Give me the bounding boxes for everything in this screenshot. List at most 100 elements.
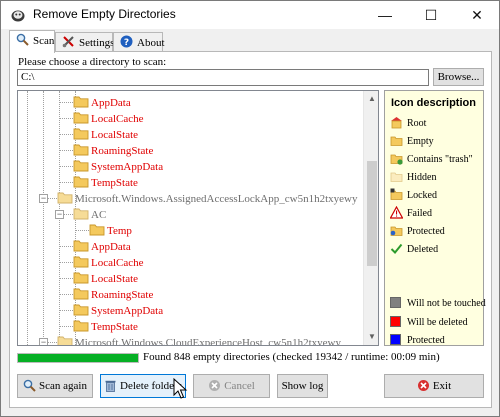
tree-vertical-scrollbar[interactable]: ▲ ▼ [363,91,378,345]
tree-node-label: TempState [91,177,138,189]
scan-status-text: Found 848 empty directories (checked 193… [143,351,440,363]
tree-connector-line [59,118,73,119]
tree-collapse-toggle[interactable]: − [55,210,64,219]
legend-color-label: Will not be touched [407,298,486,309]
tree-node-label: Microsoft.Windows.CloudExperienceHost_cw… [75,337,341,345]
tree-node[interactable]: LocalState [73,127,138,143]
icon-legend: Icon description Root Empty Contains "tr… [384,90,486,346]
legend-item-trash: Contains "trash" [390,152,473,166]
tree-node-label: RoamingState [91,289,154,301]
exit-icon [417,380,429,391]
tree-content: AppData LocalCache LocalState RoamingState S… [18,91,363,345]
tree-node-label: LocalCache [91,113,144,125]
locked-folder-icon [390,188,403,200]
app-window: Remove Empty Directories — ☐ ✕ Scan Sett… [0,0,500,417]
folder-icon [73,96,89,108]
tree-node-label: TempState [91,321,138,333]
folder-icon [73,320,89,332]
scroll-down-arrow-icon[interactable]: ▼ [364,329,378,345]
folder-icon [73,272,89,284]
scan-again-button[interactable]: Scan again [17,374,93,398]
progress-fill [18,354,138,362]
window-title: Remove Empty Directories [33,7,176,21]
tree-node[interactable]: SystemAppData [73,159,163,175]
scrollbar-thumb[interactable] [367,161,377,266]
show-log-button[interactable]: Show log [277,374,328,398]
tree-node-label: LocalCache [91,257,144,269]
tree-node[interactable]: Microsoft.Windows.AssignedAccessLockApp_… [57,191,357,207]
tree-node[interactable]: TempState [73,319,138,335]
folder-icon [73,256,89,268]
tree-connector-line [59,310,73,311]
tab-settings[interactable]: Settings [55,32,114,52]
tree-node-label: Temp [107,225,132,237]
help-icon: ? [120,35,133,48]
tree-node[interactable]: AppData [73,95,131,111]
legend-label: Hidden [407,172,437,183]
legend-color-label: Protected [407,335,445,346]
scan-progress-bar [17,353,139,363]
legend-item-hidden: Hidden [390,170,436,184]
folder-icon [73,304,89,316]
title-bar[interactable]: Remove Empty Directories — ☐ ✕ [1,1,499,29]
tree-node-label: AppData [91,241,131,253]
tree-node[interactable]: TempState [73,175,138,191]
folder-icon [73,208,89,220]
browse-button[interactable]: Browse... [433,68,484,86]
magnifier-icon [16,33,29,46]
legend-label: Root [407,118,427,129]
folder-icon [73,176,89,188]
legend-color-deleted: Will be deleted [390,316,468,330]
cancel-button[interactable]: Cancel [193,374,270,398]
minimize-button[interactable]: — [363,1,407,29]
tree-connector-line [59,166,73,167]
tree-node[interactable]: RoamingState [73,143,153,159]
tree-connector-line [59,262,73,263]
directory-path-input[interactable]: C:\ [17,69,429,86]
tree-connector-line [75,230,89,231]
folder-icon [73,240,89,252]
exit-button[interactable]: Exit [384,374,484,398]
tree-node[interactable]: Microsoft.Windows.CloudExperienceHost_cw… [57,335,341,345]
tab-scan[interactable]: Scan [9,30,55,53]
legend-item-locked: Locked [390,188,437,202]
mouse-pointer-icon [173,378,188,399]
close-button[interactable]: ✕ [455,1,499,29]
tree-node[interactable]: RoamingState [73,287,153,303]
tree-node-label: LocalState [91,273,139,285]
tree-node[interactable]: LocalCache [73,111,144,127]
maximize-button[interactable]: ☐ [409,1,453,29]
tab-about-label: About [137,37,165,49]
tree-connector-line [59,134,73,135]
tree-guide-line [27,91,28,345]
app-ghost-icon [11,10,25,22]
tree-node[interactable]: AppData [73,239,131,255]
tree-node[interactable]: Temp [89,223,132,239]
tab-about[interactable]: ? About [113,32,165,52]
gray-swatch [390,297,401,308]
legend-label: Deleted [407,244,439,255]
tree-node[interactable]: LocalCache [73,255,144,271]
tree-node[interactable]: AC [73,207,106,223]
cancel-icon [209,380,221,391]
legend-color-untouched: Will not be touched [390,297,486,311]
tree-connector-line [59,150,73,151]
legend-label: Locked [407,190,437,201]
hidden-folder-icon [390,172,403,182]
legend-item-root: Root [390,116,426,130]
directory-tree[interactable]: AppData LocalCache LocalState RoamingState S… [17,90,379,346]
cancel-label: Cancel [224,380,255,392]
scroll-up-arrow-icon[interactable]: ▲ [364,91,378,107]
legend-label: Protected [407,226,445,237]
tree-node-label: LocalState [91,129,139,141]
legend-color-label: Will be deleted [407,317,468,328]
trash-folder-icon [390,154,403,165]
folder-icon [73,288,89,300]
tree-node[interactable]: LocalState [73,271,138,287]
legend-item-empty: Empty [390,134,434,148]
tree-node[interactable]: SystemAppData [73,303,163,319]
svg-text:?: ? [124,38,129,48]
tree-collapse-toggle[interactable]: − [39,194,48,203]
tree-collapse-toggle[interactable]: − [39,338,48,345]
tree-connector-line [59,102,73,103]
